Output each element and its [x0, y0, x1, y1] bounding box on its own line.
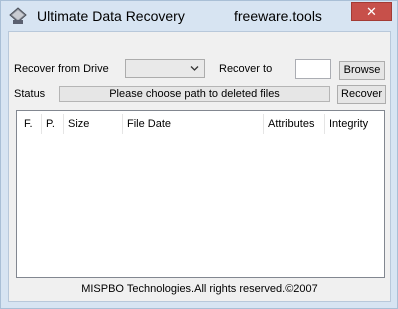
column-divider: [122, 114, 123, 134]
column-header-size[interactable]: Size: [68, 118, 89, 130]
column-header-file-date[interactable]: File Date: [127, 118, 171, 130]
app-drive-icon: [9, 7, 27, 25]
chevron-down-icon: [190, 64, 199, 76]
window-subtitle: freeware.tools: [234, 8, 322, 24]
recover-to-input[interactable]: [295, 59, 331, 79]
column-divider: [63, 114, 64, 134]
window-title: Ultimate Data Recovery: [37, 8, 185, 24]
copyright-footer: MISPBO Technologies.All rights reserved.…: [81, 283, 318, 295]
recover-to-label: Recover to: [219, 63, 273, 75]
title-bar[interactable]: Ultimate Data Recovery freeware.tools ✕: [1, 1, 397, 31]
column-divider: [41, 114, 42, 134]
browse-button[interactable]: Browse: [339, 61, 385, 80]
status-label: Status: [14, 88, 46, 100]
column-header-p[interactable]: P.: [46, 118, 55, 130]
column-header-f[interactable]: F.: [24, 118, 33, 130]
column-divider: [324, 114, 325, 134]
recover-from-drive-label: Recover from Drive: [14, 63, 109, 75]
app-window: Ultimate Data Recovery freeware.tools ✕ …: [0, 0, 398, 309]
recover-button[interactable]: Recover: [337, 85, 386, 104]
close-button[interactable]: ✕: [351, 2, 392, 21]
main-panel: Recover from Drive Recover to Browse Sta…: [8, 31, 391, 302]
status-text: Please choose path to deleted files: [59, 86, 330, 102]
column-divider: [263, 114, 264, 134]
column-header-integrity[interactable]: Integrity: [329, 118, 368, 130]
drive-select[interactable]: [125, 59, 205, 78]
file-list[interactable]: F. P. Size File Date Attributes Integrit…: [16, 110, 385, 278]
column-header-attributes[interactable]: Attributes: [268, 118, 314, 130]
